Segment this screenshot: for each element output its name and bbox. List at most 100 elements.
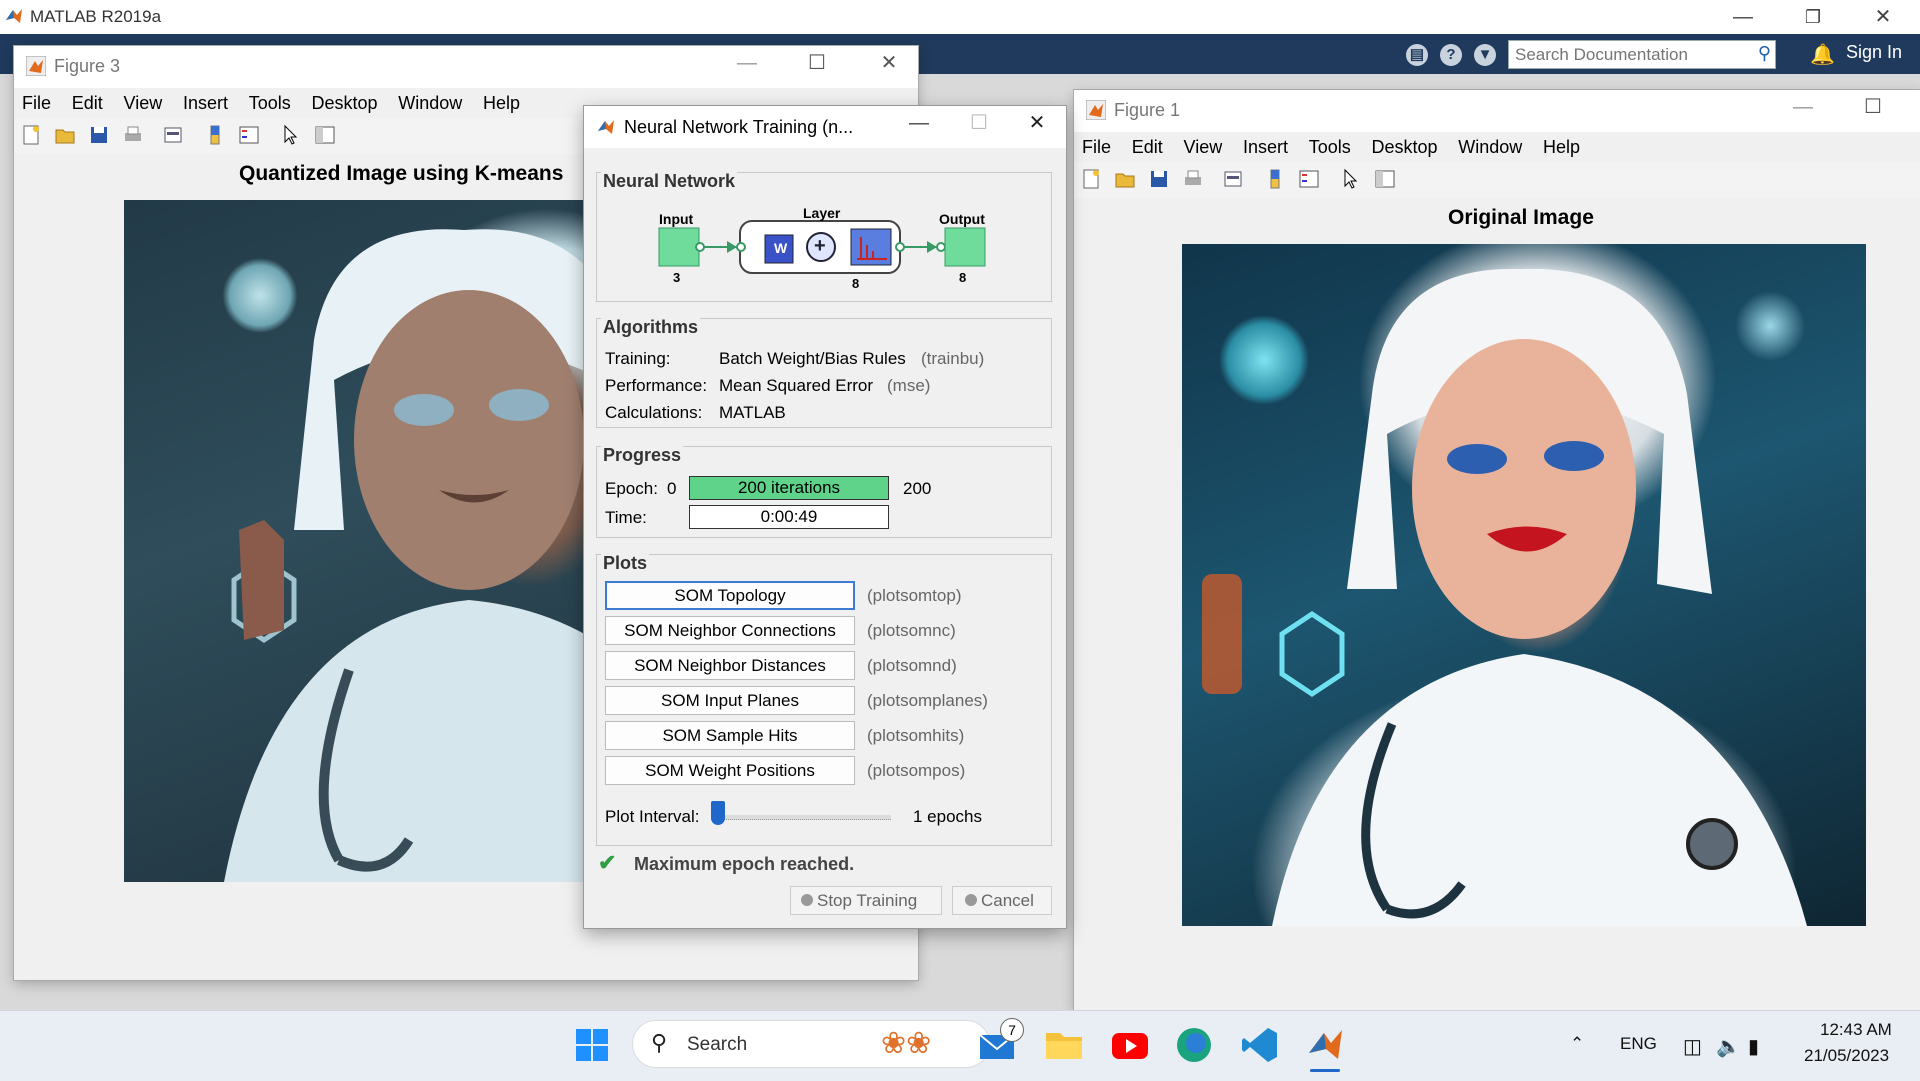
minimize-button[interactable]: — (718, 46, 776, 80)
figure-1-window: Figure 1 — ☐ File Edit View Insert Tools… (1074, 90, 1920, 1010)
help-icon[interactable]: ? (1440, 44, 1462, 66)
search-documentation-input[interactable] (1513, 41, 1747, 69)
cancel-icon (965, 894, 977, 906)
nn-training-title: Neural Network Training (n... (624, 117, 854, 137)
status-message: Maximum epoch reached. (634, 854, 855, 874)
som-neighbor-distances-button[interactable]: SOM Neighbor Distances (605, 651, 855, 680)
legend-icon[interactable] (1298, 168, 1320, 190)
edge-browser-icon[interactable] (1174, 1025, 1214, 1065)
clock-date[interactable]: 21/05/2023 (1804, 1046, 1889, 1066)
clock-time[interactable]: 12:43 AM (1820, 1020, 1892, 1040)
open-file-icon[interactable] (1114, 168, 1136, 190)
quantized-image-title: Quantized Image using K-means (239, 162, 564, 185)
plot-interval-slider-track[interactable] (711, 815, 891, 820)
time-label: Time: (605, 508, 647, 527)
battery-icon[interactable]: ▮ (1748, 1034, 1759, 1059)
options-icon[interactable]: ▼ (1474, 44, 1496, 66)
colorbar-icon[interactable] (1264, 168, 1286, 190)
menu-desktop[interactable]: Desktop (311, 93, 377, 114)
network-icon[interactable]: ◫ (1683, 1034, 1702, 1059)
restore-button[interactable]: ❐ (1784, 0, 1842, 34)
menu-help[interactable]: Help (1543, 137, 1580, 158)
volume-icon[interactable]: 🔈 (1716, 1034, 1741, 1059)
minimize-button[interactable]: — (890, 106, 948, 140)
menu-window[interactable]: Window (1458, 137, 1522, 158)
sign-in-link[interactable]: Sign In (1846, 42, 1902, 63)
som-sample-hits-button[interactable]: SOM Sample Hits (605, 721, 855, 750)
performance-value: Mean Squared Error (719, 376, 874, 395)
save-icon[interactable] (1148, 168, 1170, 190)
menu-window[interactable]: Window (398, 93, 462, 114)
youtube-icon[interactable] (1110, 1025, 1150, 1065)
flowers-icon: ❀❀ (881, 1027, 932, 1060)
layout-icon[interactable]: ▤ (1406, 44, 1428, 66)
matlab-taskbar-icon[interactable] (1306, 1025, 1346, 1065)
vscode-icon[interactable] (1240, 1025, 1280, 1065)
menu-view[interactable]: View (1184, 137, 1223, 158)
pointer-icon[interactable] (280, 124, 302, 146)
plot-interval-slider-thumb[interactable] (711, 801, 725, 825)
algorithms-heading: Algorithms (601, 317, 701, 338)
cancel-label: Cancel (981, 891, 1034, 910)
close-button[interactable]: ✕ (860, 46, 918, 80)
menu-file[interactable]: File (1082, 137, 1111, 158)
epoch-progress-bar: 200 iterations (689, 476, 889, 500)
legend-icon[interactable] (238, 124, 260, 146)
neural-network-group: Neural Network Input 3 Layer W + 8 Outpu… (596, 171, 1052, 302)
search-documentation[interactable]: ⚲ (1508, 40, 1776, 69)
language-indicator[interactable]: ENG (1620, 1034, 1657, 1054)
print-preview-icon[interactable] (162, 124, 184, 146)
open-file-icon[interactable] (54, 124, 76, 146)
menu-edit[interactable]: Edit (72, 93, 103, 114)
performance-label: Performance: (605, 376, 708, 395)
menu-tools[interactable]: Tools (249, 93, 291, 114)
epoch-end: 200 (903, 479, 932, 498)
pointer-icon[interactable] (1340, 168, 1362, 190)
minimize-button[interactable]: — (1774, 90, 1832, 124)
close-button[interactable]: ✕ (1854, 0, 1912, 34)
menu-view[interactable]: View (124, 93, 163, 114)
som-neighbor-connections-button[interactable]: SOM Neighbor Connections (605, 616, 855, 645)
maximize-button[interactable]: ☐ (788, 46, 846, 80)
menu-edit[interactable]: Edit (1132, 137, 1163, 158)
new-figure-icon[interactable] (1080, 168, 1102, 190)
som-topology-button[interactable]: SOM Topology (605, 581, 855, 610)
file-explorer-icon[interactable] (1044, 1025, 1084, 1065)
menu-file[interactable]: File (22, 93, 51, 114)
print-icon[interactable] (1182, 168, 1204, 190)
colorbar-icon[interactable] (204, 124, 226, 146)
minimize-button[interactable]: — (1714, 0, 1772, 34)
matlab-logo-icon (6, 9, 22, 23)
figure-3-title: Figure 3 (54, 56, 121, 76)
epoch-progress-text: 200 iterations (737, 478, 841, 497)
figure-3-title-bar: Figure 3 — ☐ ✕ (14, 46, 918, 88)
mail-badge: 7 (1000, 1018, 1024, 1042)
menu-insert[interactable]: Insert (1243, 137, 1288, 158)
property-inspector-icon[interactable] (314, 124, 336, 146)
search-icon[interactable]: ⚲ (1758, 43, 1771, 64)
menu-tools[interactable]: Tools (1309, 137, 1351, 158)
plot-interval-value: 1 epochs (913, 807, 982, 826)
progress-group: Progress Epoch: 0 200 iterations 200 Tim… (596, 445, 1052, 538)
menu-desktop[interactable]: Desktop (1371, 137, 1437, 158)
som-input-planes-button[interactable]: SOM Input Planes (605, 686, 855, 715)
maximize-button: ☐ (970, 112, 988, 134)
taskbar-search[interactable]: ⚲ Search ❀❀ (632, 1020, 990, 1068)
close-button[interactable]: ✕ (1008, 106, 1066, 140)
epoch-label: Epoch: (605, 479, 658, 498)
training-label: Training: (605, 349, 671, 368)
save-icon[interactable] (88, 124, 110, 146)
print-icon[interactable] (122, 124, 144, 146)
som-sample-hits-function: (plotsomhits) (867, 726, 965, 745)
property-inspector-icon[interactable] (1374, 168, 1396, 190)
menu-help[interactable]: Help (483, 93, 520, 114)
notification-bell-icon[interactable]: 🔔 (1810, 42, 1835, 67)
print-preview-icon[interactable] (1222, 168, 1244, 190)
som-weight-positions-button[interactable]: SOM Weight Positions (605, 756, 855, 785)
menu-insert[interactable]: Insert (183, 93, 228, 114)
new-figure-icon[interactable] (20, 124, 42, 146)
som-weight-positions-function: (plotsompos) (867, 761, 966, 780)
start-button-icon[interactable] (572, 1025, 612, 1065)
show-hidden-icons-icon[interactable]: ⌃ (1570, 1034, 1584, 1054)
maximize-button[interactable]: ☐ (1844, 90, 1902, 124)
